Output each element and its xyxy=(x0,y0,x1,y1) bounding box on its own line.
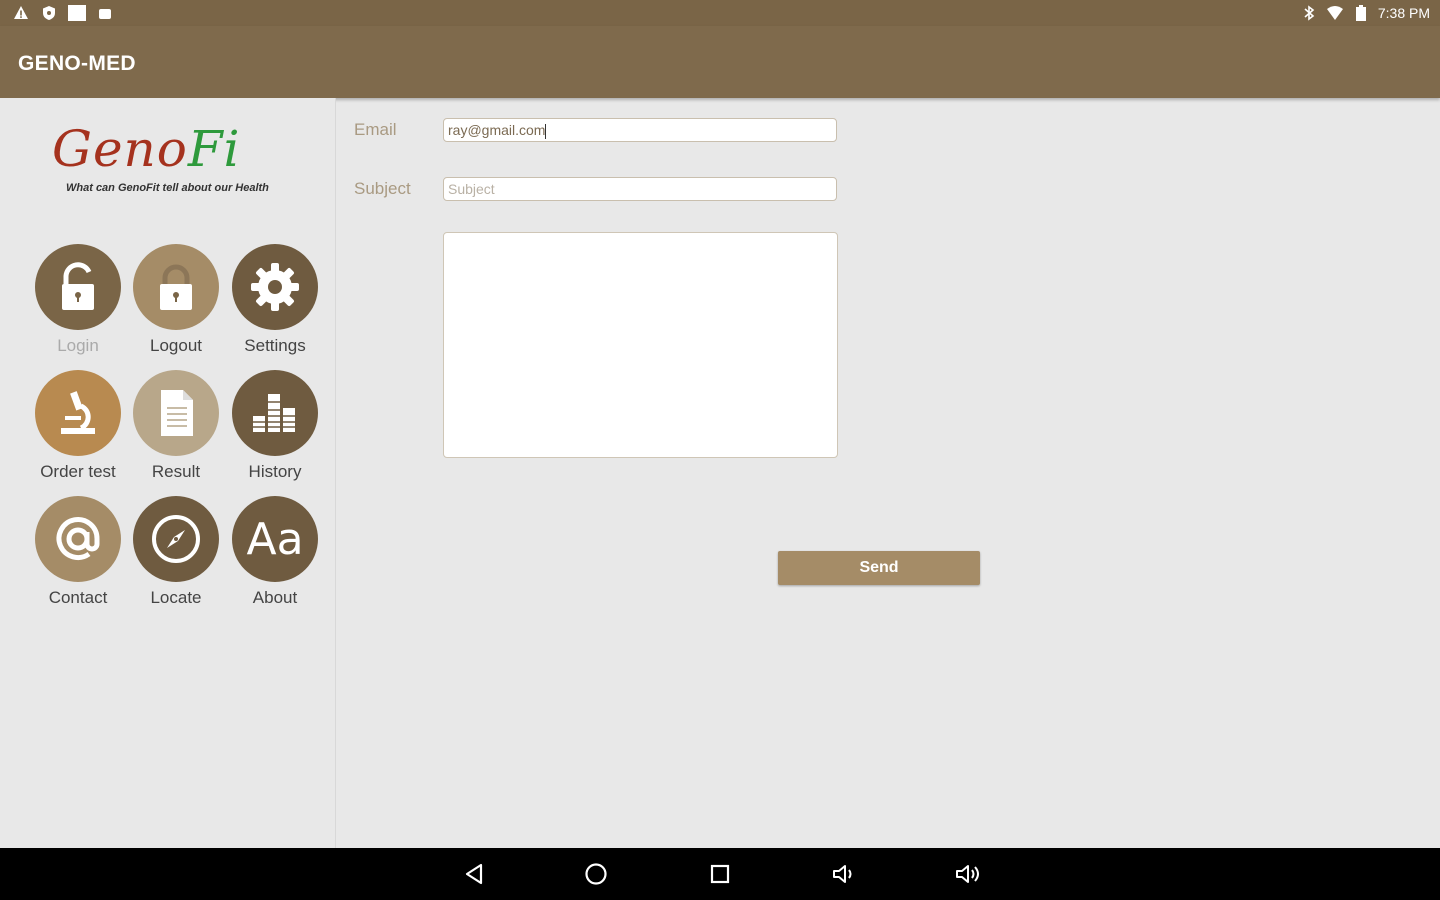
text-cursor xyxy=(545,123,547,139)
volume-up-icon[interactable] xyxy=(954,860,982,888)
battery-icon xyxy=(1352,4,1370,22)
logo-tagline: What can GenoFit tell about our Health xyxy=(66,182,269,194)
status-system: 7:38 PM xyxy=(1300,4,1430,22)
email-value: ray@gmail.com xyxy=(448,122,546,138)
status-notifications xyxy=(12,4,114,22)
message-field[interactable] xyxy=(443,232,838,458)
gear-icon xyxy=(232,244,318,330)
menu-contact-label: Contact xyxy=(48,588,108,607)
email-label: Email xyxy=(354,120,397,139)
warning-icon xyxy=(12,4,30,22)
compass-icon xyxy=(133,496,219,582)
contact-form: Email ray@gmail.com Subject Subject Send xyxy=(337,98,1440,848)
document-icon xyxy=(133,370,219,456)
email-field[interactable]: ray@gmail.com xyxy=(443,118,837,142)
lock-icon xyxy=(133,244,219,330)
subject-field[interactable]: Subject xyxy=(443,177,837,201)
back-icon[interactable] xyxy=(460,860,488,888)
volume-down-icon[interactable] xyxy=(830,860,858,888)
shield-icon xyxy=(40,4,58,22)
menu-logout-label: Logout xyxy=(150,336,202,355)
sidebar: GenoFi What can GenoFit tell about our H… xyxy=(0,98,336,848)
menu-contact[interactable]: Contact xyxy=(28,496,128,608)
status-bar: 7:38 PM xyxy=(0,0,1440,26)
bluetooth-icon xyxy=(1300,4,1318,22)
menu-about-label: About xyxy=(252,588,298,607)
wifi-icon xyxy=(1326,4,1344,22)
send-button[interactable]: Send xyxy=(778,551,980,585)
home-icon[interactable] xyxy=(582,860,610,888)
menu-settings-label: Settings xyxy=(244,336,306,355)
microscope-icon xyxy=(35,370,121,456)
navigation-bar xyxy=(0,848,1440,900)
subject-label: Subject xyxy=(354,179,411,198)
subject-placeholder: Subject xyxy=(448,181,495,197)
menu-history[interactable]: History xyxy=(225,370,325,482)
font-icon: Aa xyxy=(232,496,318,582)
menu-login-label: Login xyxy=(57,336,99,355)
menu-logout[interactable]: Logout xyxy=(126,244,226,356)
menu-result[interactable]: Result xyxy=(126,370,226,482)
menu-locate-label: Locate xyxy=(150,588,202,607)
menu-history-label: History xyxy=(248,462,302,481)
menu-order-test-label: Order test xyxy=(40,462,116,481)
android-icon xyxy=(96,4,114,22)
bar-chart-icon xyxy=(232,370,318,456)
menu-locate[interactable]: Locate xyxy=(126,496,226,608)
image-icon xyxy=(68,4,86,22)
svg-text:Aa: Aa xyxy=(246,514,303,565)
menu-settings[interactable]: Settings xyxy=(225,244,325,356)
recents-icon[interactable] xyxy=(706,860,734,888)
menu-login[interactable]: Login xyxy=(28,244,128,356)
app-bar: GENO-MED xyxy=(0,26,1440,98)
at-icon xyxy=(35,496,121,582)
status-time: 7:38 PM xyxy=(1377,5,1430,21)
logo-wordmark: GenoFi xyxy=(52,120,241,178)
menu-result-label: Result xyxy=(151,462,201,481)
app-title: GENO-MED xyxy=(18,52,136,75)
menu-about[interactable]: Aa About xyxy=(225,496,325,608)
unlock-icon xyxy=(35,244,121,330)
menu-order-test[interactable]: Order test xyxy=(28,370,128,482)
